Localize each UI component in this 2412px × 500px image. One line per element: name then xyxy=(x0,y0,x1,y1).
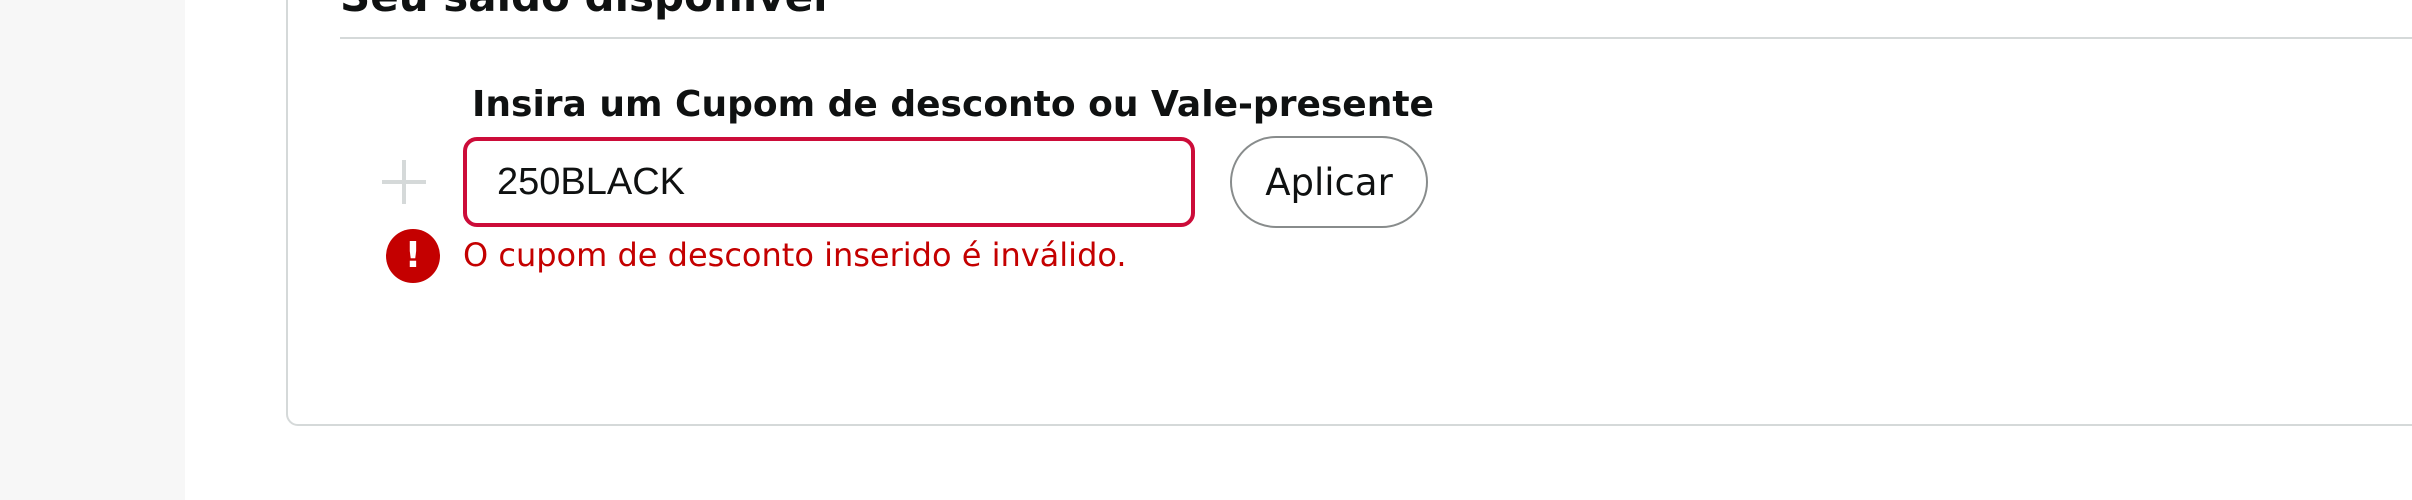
coupon-field-label: Insira um Cupom de desconto ou Vale-pres… xyxy=(472,84,1434,125)
error-icon: ! xyxy=(386,229,440,283)
apply-button[interactable]: Aplicar xyxy=(1230,136,1428,228)
coupon-input[interactable] xyxy=(463,137,1195,227)
section-title: Seu saldo disponível xyxy=(340,0,827,21)
section-divider xyxy=(340,37,2412,39)
left-gutter xyxy=(0,0,185,500)
error-message: O cupom de desconto inserido é inválido. xyxy=(463,236,1127,274)
plus-icon[interactable] xyxy=(380,158,428,206)
